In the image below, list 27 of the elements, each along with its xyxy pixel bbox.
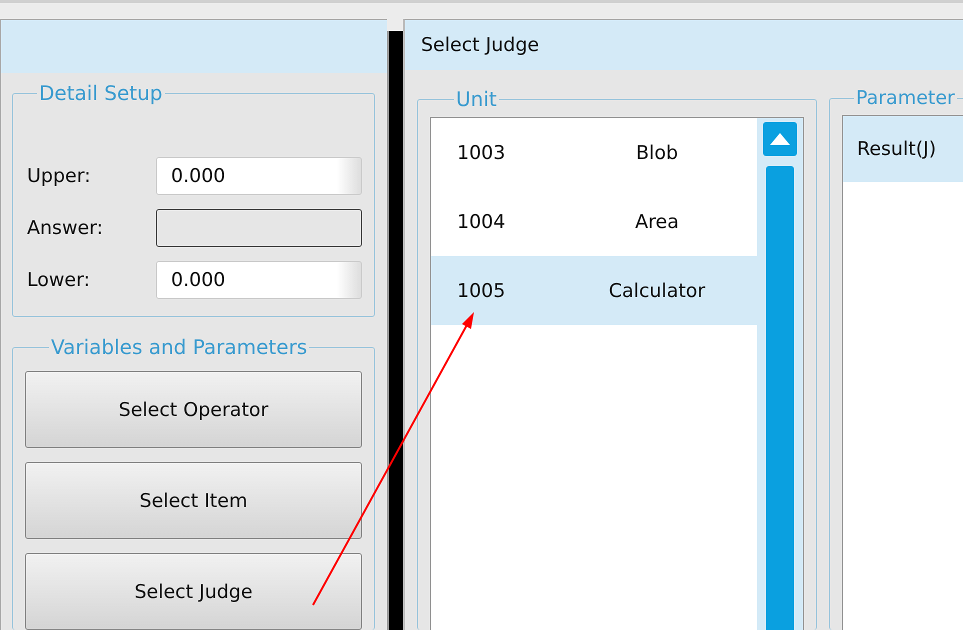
up-triangle-icon: [770, 133, 790, 145]
unit-name: Area: [634, 210, 680, 232]
input-field[interactable]: 0.000: [156, 261, 362, 300]
select-button[interactable]: Select Judge: [25, 553, 362, 630]
unit-id: 1004: [457, 210, 506, 232]
unit-row[interactable]: 1005 Calculator: [431, 256, 757, 325]
select-button[interactable]: Select Operator: [25, 371, 362, 448]
scrollbar-thumb[interactable]: [766, 166, 794, 630]
unit-id: 1005: [457, 280, 506, 302]
unit-id: 1003: [457, 142, 506, 164]
field-label: Lower:: [27, 269, 90, 292]
field-label: Answer:: [27, 217, 104, 240]
group-title: Parameter: [855, 87, 956, 109]
field-label: Upper:: [27, 165, 91, 188]
scroll-up-button[interactable]: [763, 122, 797, 156]
unit-row[interactable]: 1004 Area: [431, 187, 757, 256]
splitter-bar[interactable]: [387, 31, 403, 630]
select-button[interactable]: Select Item: [25, 462, 362, 539]
input-field[interactable]: 0.000: [156, 157, 362, 196]
group-title: Detail Setup: [38, 81, 164, 106]
unit-name: Calculator: [608, 280, 706, 302]
dialog-title: Select Judge: [421, 34, 540, 56]
group-title: Variables and Parameters: [50, 335, 308, 359]
unit-row[interactable]: 1003 Blob: [431, 118, 757, 187]
parameter-row[interactable]: Result(J): [843, 116, 963, 182]
unit-name: Blob: [635, 142, 679, 164]
group-title: Unit: [455, 87, 498, 111]
